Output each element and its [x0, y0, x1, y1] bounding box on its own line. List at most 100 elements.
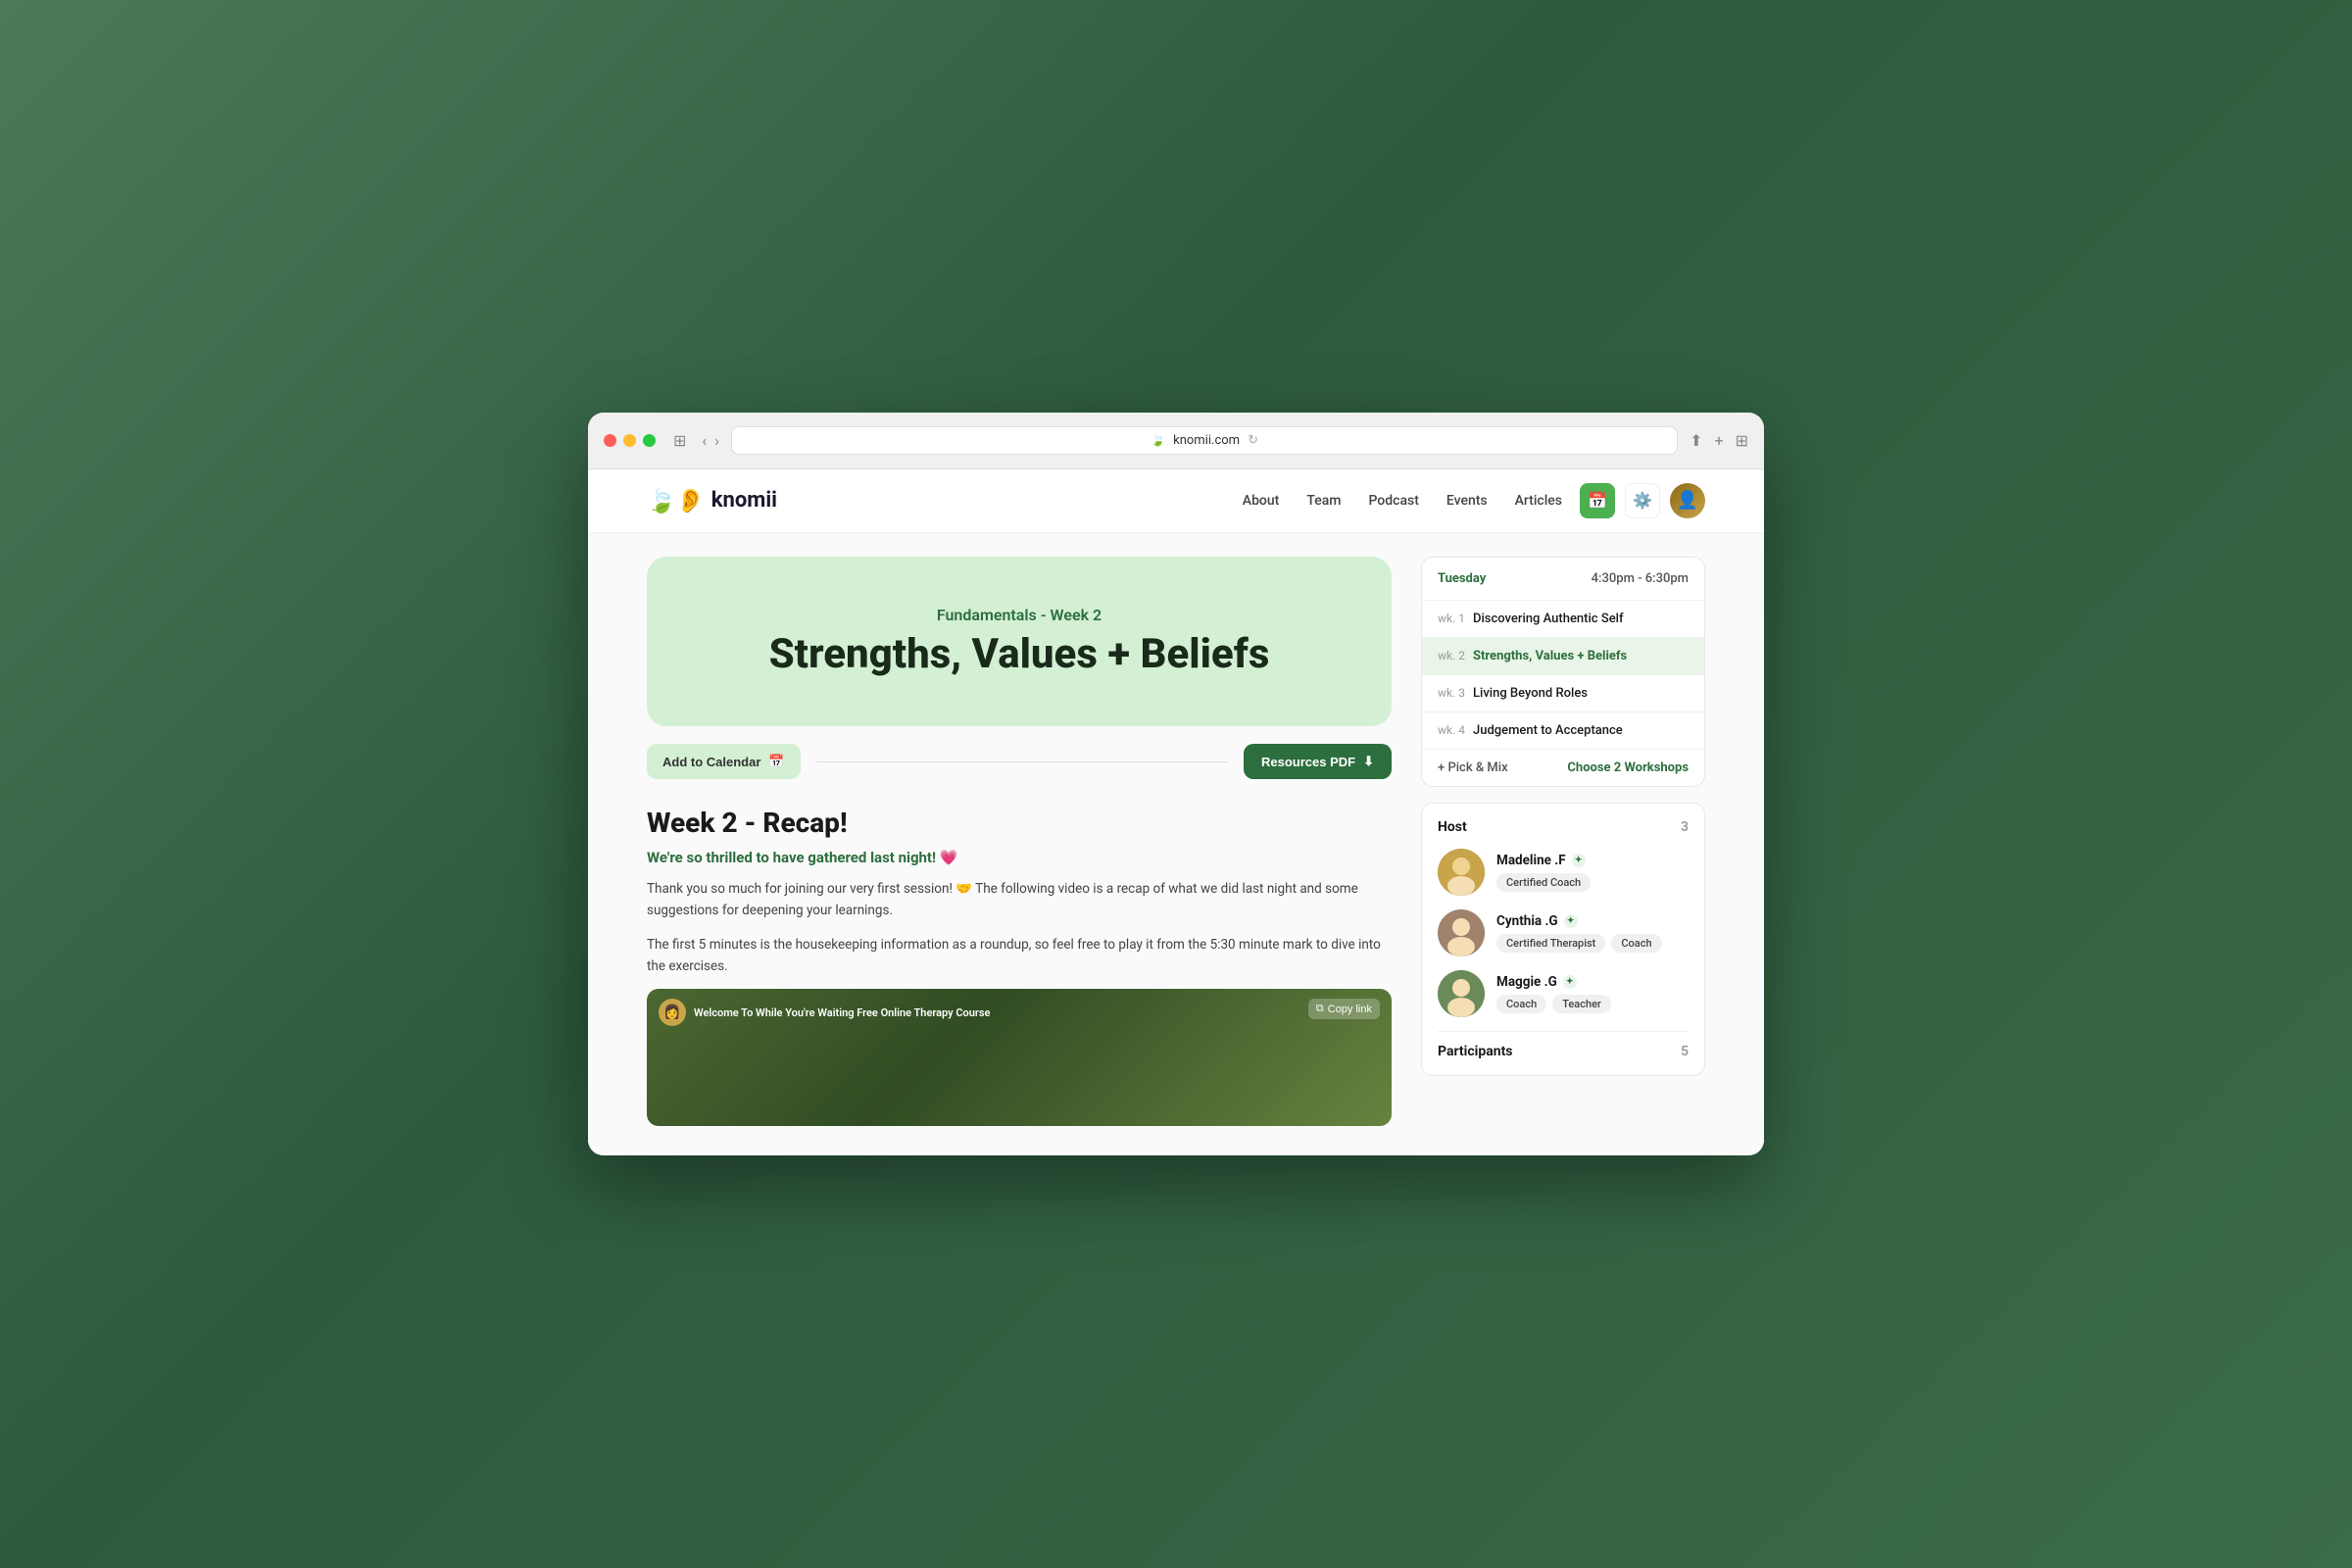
- hero-card: Fundamentals - Week 2 Strengths, Values …: [647, 557, 1392, 726]
- cynthia-tag-1: Coach: [1611, 934, 1661, 953]
- participants-label: Participants: [1438, 1044, 1513, 1059]
- schedule-header: Tuesday 4:30pm - 6:30pm: [1422, 558, 1704, 600]
- pdf-btn-label: Resources PDF: [1261, 755, 1355, 769]
- cynthia-tags: Certified Therapist Coach: [1496, 934, 1689, 953]
- host-maggie[interactable]: Maggie .G ✦ Coach Teacher: [1438, 970, 1689, 1017]
- video-overlay: 👩 Welcome To While You're Waiting Free O…: [647, 989, 1392, 1126]
- download-icon: ⬇: [1363, 754, 1374, 769]
- wk3-title: Living Beyond Roles: [1473, 686, 1588, 701]
- minimize-button[interactable]: [623, 434, 636, 447]
- copy-icon: ⧉: [1316, 1003, 1324, 1015]
- host-title: Host: [1438, 819, 1467, 835]
- calendar-btn-label: Add to Calendar: [662, 755, 760, 769]
- host-count: 3: [1681, 819, 1689, 835]
- wk2-title: Strengths, Values + Beliefs: [1473, 649, 1627, 663]
- participants-count: 5: [1681, 1044, 1689, 1059]
- copy-link-button[interactable]: ⧉ Copy link: [1308, 999, 1380, 1019]
- address-bar[interactable]: 🍃 knomii.com ↻: [731, 426, 1678, 455]
- video-thumbnail[interactable]: 👩 Welcome To While You're Waiting Free O…: [647, 989, 1392, 1126]
- wk3-label: wk. 3: [1438, 686, 1473, 700]
- wk1-label: wk. 1: [1438, 612, 1473, 625]
- wk4-label: wk. 4: [1438, 723, 1473, 737]
- favicon: 🍃: [1151, 433, 1165, 447]
- cynthia-name: Cynthia .G ✦: [1496, 913, 1689, 929]
- host-madeline[interactable]: Madeline .F ✦ Certified Coach: [1438, 849, 1689, 896]
- video-title-text: Welcome To While You're Waiting Free Onl…: [694, 1006, 990, 1019]
- pick-mix-row[interactable]: + Pick & Mix Choose 2 Workshops: [1422, 749, 1704, 786]
- cynthia-info: Cynthia .G ✦ Certified Therapist Coach: [1496, 913, 1689, 953]
- schedule-time: 4:30pm - 6:30pm: [1592, 571, 1689, 586]
- host-cynthia[interactable]: Cynthia .G ✦ Certified Therapist Coach: [1438, 909, 1689, 956]
- url-text: knomii.com: [1173, 433, 1240, 448]
- schedule-day: Tuesday: [1438, 571, 1486, 586]
- maggie-tag-0: Coach: [1496, 995, 1546, 1013]
- participants-row: Participants 5: [1438, 1031, 1689, 1059]
- reload-icon[interactable]: ↻: [1248, 433, 1258, 448]
- wk4-title: Judgement to Acceptance: [1473, 723, 1623, 738]
- madeline-info: Madeline .F ✦ Certified Coach: [1496, 853, 1689, 892]
- madeline-avatar-img: [1438, 849, 1485, 896]
- schedule-week-1[interactable]: wk. 1 Discovering Authentic Self: [1422, 600, 1704, 637]
- nav-team[interactable]: Team: [1306, 493, 1341, 509]
- maximize-button[interactable]: [643, 434, 656, 447]
- choose-workshops-link[interactable]: Choose 2 Workshops: [1567, 760, 1689, 775]
- maggie-avatar: [1438, 970, 1485, 1017]
- maggie-tags: Coach Teacher: [1496, 995, 1689, 1013]
- logo-icon: 🍃👂: [647, 487, 706, 514]
- close-button[interactable]: [604, 434, 616, 447]
- resources-pdf-button[interactable]: Resources PDF ⬇: [1244, 744, 1392, 779]
- left-column: Fundamentals - Week 2 Strengths, Values …: [647, 557, 1421, 1126]
- nav-articles[interactable]: Articles: [1515, 493, 1562, 509]
- grid-icon[interactable]: ⊞: [1736, 431, 1748, 450]
- hero-title: Strengths, Values + Beliefs: [676, 632, 1362, 677]
- madeline-tags: Certified Coach: [1496, 873, 1689, 892]
- recap-title: Week 2 - Recap!: [647, 807, 1392, 839]
- nav-icons: 📅 ⚙️ 👤: [1580, 483, 1705, 518]
- cynthia-avatar: [1438, 909, 1485, 956]
- video-avatar: 👩: [659, 999, 686, 1026]
- madeline-tag-0: Certified Coach: [1496, 873, 1591, 892]
- main-nav: 🍃👂 knomii About Team Podcast Events Arti…: [588, 469, 1764, 533]
- forward-button[interactable]: ›: [714, 431, 719, 450]
- add-calendar-button[interactable]: Add to Calendar 📅: [647, 744, 801, 779]
- cynthia-avatar-img: [1438, 909, 1485, 956]
- nav-links: About Team Podcast Events Articles: [1243, 493, 1562, 509]
- maggie-name: Maggie .G ✦: [1496, 974, 1689, 990]
- back-button[interactable]: ‹: [702, 431, 707, 450]
- divider-line: [816, 761, 1228, 762]
- user-avatar[interactable]: 👤: [1670, 483, 1705, 518]
- schedule-week-2[interactable]: wk. 2 Strengths, Values + Beliefs: [1422, 637, 1704, 674]
- schedule-week-4[interactable]: wk. 4 Judgement to Acceptance: [1422, 711, 1704, 749]
- nav-podcast[interactable]: Podcast: [1368, 493, 1418, 509]
- new-tab-icon[interactable]: +: [1715, 431, 1724, 450]
- madeline-badge: ✦: [1572, 854, 1586, 867]
- host-section: Host 3: [1421, 803, 1705, 1076]
- nav-events[interactable]: Events: [1446, 493, 1488, 509]
- action-bar: Add to Calendar 📅 Resources PDF ⬇: [647, 744, 1392, 779]
- schedule-week-3[interactable]: wk. 3 Living Beyond Roles: [1422, 674, 1704, 711]
- wk1-title: Discovering Authentic Self: [1473, 612, 1624, 626]
- right-column: Tuesday 4:30pm - 6:30pm wk. 1 Discoverin…: [1421, 557, 1705, 1126]
- traffic-lights: [604, 434, 656, 447]
- browser-window: ⊞ ‹ › 🍃 knomii.com ↻ ⬆ + ⊞ 🍃👂 knomii Abo…: [588, 413, 1764, 1155]
- nav-about[interactable]: About: [1243, 493, 1280, 509]
- browser-actions: ⬆ + ⊞: [1690, 431, 1748, 450]
- maggie-badge: ✦: [1563, 975, 1577, 989]
- pick-mix-label: + Pick & Mix: [1438, 760, 1508, 775]
- settings-icon-btn[interactable]: ⚙️: [1625, 483, 1660, 518]
- nav-arrows: ‹ ›: [702, 431, 719, 450]
- main-layout: Fundamentals - Week 2 Strengths, Values …: [588, 533, 1764, 1155]
- copy-link-label: Copy link: [1328, 1004, 1372, 1015]
- cynthia-tag-0: Certified Therapist: [1496, 934, 1605, 953]
- recap-highlight: We're so thrilled to have gathered last …: [647, 849, 1392, 866]
- sidebar-icon[interactable]: ⊞: [673, 431, 686, 450]
- recap-section: Week 2 - Recap! We're so thrilled to hav…: [647, 807, 1392, 1126]
- wk2-label: wk. 2: [1438, 649, 1473, 662]
- share-icon[interactable]: ⬆: [1690, 431, 1702, 450]
- page-content: 🍃👂 knomii About Team Podcast Events Arti…: [588, 469, 1764, 1155]
- recap-text-2: The first 5 minutes is the housekeeping …: [647, 934, 1392, 978]
- logo[interactable]: 🍃👂 knomii: [647, 487, 777, 514]
- maggie-info: Maggie .G ✦ Coach Teacher: [1496, 974, 1689, 1013]
- calendar-icon-btn[interactable]: 📅: [1580, 483, 1615, 518]
- maggie-avatar-img: [1438, 970, 1485, 1017]
